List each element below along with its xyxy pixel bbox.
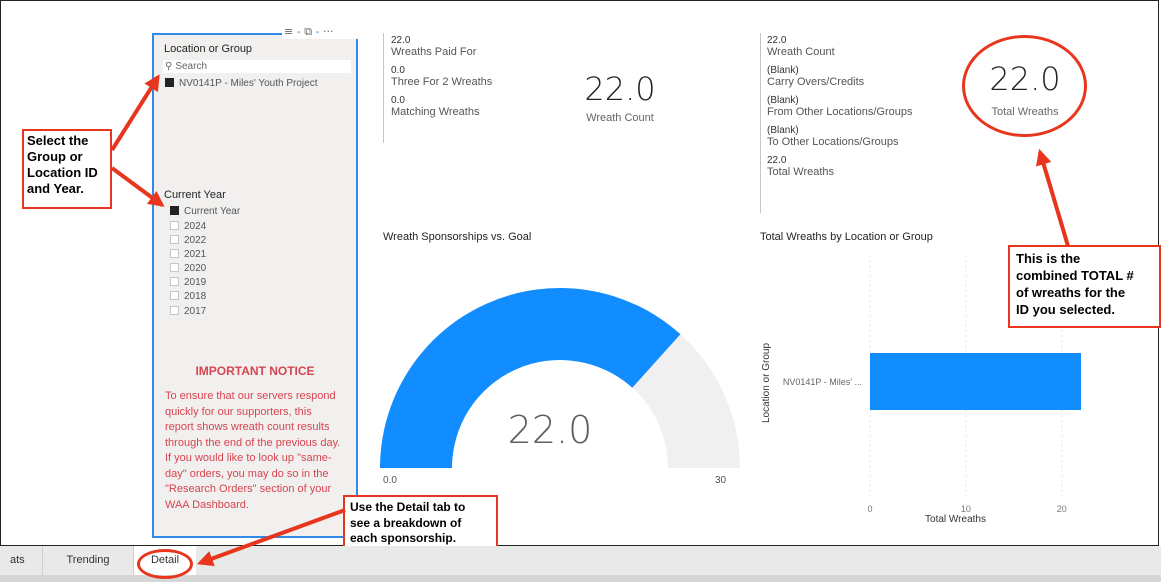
notice-line: report shows wreath count results [165,421,330,433]
kpi-label: Wreaths Paid For [391,46,477,58]
callout-line: and Year. [27,181,84,196]
kpi-label: Three For 2 Wreaths [391,76,493,88]
kpi-label: Matching Wreaths [391,106,480,118]
notice-title: IMPORTANT NOTICE [195,364,315,378]
callout-line: of wreaths for the [1016,285,1126,300]
bar [870,353,1081,410]
y-axis-label: Location or Group [761,343,772,423]
callout-line: Use the Detail tab to [350,500,466,514]
year-item-label: 2019 [184,277,207,288]
notice-line: WAA Dashboard. [165,498,249,511]
callout-line: ID you selected. [1016,302,1115,317]
kpi-value: (Blank) [767,125,799,136]
notice-line: If you would like to look up "same- [165,452,332,464]
kpi-label: To Other Locations/Groups [767,136,899,148]
checkbox[interactable] [170,235,179,244]
kpi-card-left: 22.0 Wreaths Paid For 0.0 Three For 2 Wr… [391,35,492,118]
gauge-value: 22.0 [507,408,593,452]
year-item-label: 2021 [184,249,207,260]
year-item-label: 2024 [184,221,207,232]
gauge-max: 30 [715,475,727,486]
year-item-label: 2018 [184,291,207,302]
x-axis-label: Total Wreaths [925,514,986,525]
kpi-value: 0.0 [391,65,405,76]
kpi-value: (Blank) [767,95,799,106]
notice-line: day" orders, you may do so in the [165,467,329,480]
notice-line: To ensure that our servers respond [165,390,336,402]
bar-chart-title: Total Wreaths by Location or Group [760,231,933,243]
year-item-2024[interactable]: 2024 [170,221,206,232]
year-item-2019[interactable]: 2019 [170,277,206,288]
callout-line: combined TOTAL # [1016,268,1134,283]
callout-line: each sponsorship. [350,531,457,545]
checkbox[interactable] [170,263,179,272]
year-item-2020[interactable]: 2020 [170,263,206,274]
focus-mode-icon[interactable]: ⧉ [304,25,312,38]
callout-detail: Use the Detail tab to see a breakdown of… [343,495,498,553]
year-item-2022[interactable]: 2022 [170,235,206,246]
gauge-chart [380,288,740,468]
gauge-min: 0.0 [383,475,397,486]
checkbox[interactable] [170,249,179,258]
year-slicer-title: Current Year [164,189,226,201]
callout-line: Location ID [27,165,98,180]
year-item-label: 2020 [184,263,207,274]
callout-select: Select the Group or Location ID and Year… [22,129,112,209]
search-placeholder: Search [175,61,208,72]
kpi-label: Wreath Count [767,46,835,58]
location-slicer-title: Location or Group [164,43,253,55]
visual-header-icons[interactable]: ≡ - ⧉ - ··· [282,25,362,39]
callout-line: This is the [1016,251,1081,266]
year-item-2021[interactable]: 2021 [170,249,206,260]
year-item-label: 2017 [184,306,207,317]
kpi-value: 22.0 [391,35,411,46]
card-divider [760,33,761,213]
checkbox[interactable] [170,291,179,300]
search-input[interactable]: ⚲ Search [163,60,351,73]
kpi-label: From Other Locations/Groups [767,106,913,118]
year-item-label: 2022 [184,235,207,246]
kpi-value: 0.0 [391,95,405,106]
checkbox[interactable] [170,306,179,315]
tab-trending[interactable]: Trending [43,546,133,575]
kpi-card-right: 22.0 Wreath Count (Blank) Carry Overs/Cr… [767,35,913,178]
highlight-ellipse [962,35,1087,137]
location-item-label: NV0141P - Miles' Youth Project [179,78,318,89]
notice-line: quickly for our supporters, this [165,405,312,418]
more-options-icon[interactable]: ··· [323,25,334,38]
checkbox[interactable] [170,221,179,230]
checkbox[interactable] [170,277,179,286]
kpi-value: (Blank) [767,65,799,76]
wreath-count-value: 22.0 [584,70,656,108]
year-item-label: Current Year [184,206,241,217]
kpi-label: Carry Overs/Credits [767,76,865,88]
callout-total: This is the combined TOTAL # of wreaths … [1008,245,1161,328]
year-item-current[interactable]: Current Year [170,206,240,217]
checkbox-checked[interactable] [165,78,174,87]
callout-line: Group or [27,149,83,164]
year-item-2017[interactable]: 2017 [170,306,206,317]
filter-icon[interactable]: ≡ [284,25,293,38]
highlight-ellipse [137,549,193,579]
year-item-2018[interactable]: 2018 [170,291,206,302]
wreath-count-label: Wreath Count [586,112,654,124]
x-tick-label: 10 [961,504,971,514]
kpi-label: Total Wreaths [767,166,835,178]
tab-stats[interactable]: ats [0,546,42,575]
location-item[interactable]: NV0141P - Miles' Youth Project [165,78,317,89]
checkbox-checked[interactable] [170,206,179,215]
notice-line: through the end of the previous day. [165,436,341,449]
x-tick-label: 20 [1057,504,1067,514]
callout-line: see a breakdown of [350,515,462,530]
kpi-value: 22.0 [767,35,787,46]
category-label: NV0141P - Miles' ... [783,377,862,387]
search-icon: ⚲ [165,61,173,72]
notice-line: "Research Orders" section of your [165,483,332,495]
gauge-title: Wreath Sponsorships vs. Goal [383,231,532,243]
notice-body: To ensure that our servers respond quick… [165,389,355,513]
callout-line: Select the [27,133,89,148]
card-divider [383,33,384,143]
x-tick-label: 0 [867,504,872,514]
kpi-value: 22.0 [767,155,787,166]
